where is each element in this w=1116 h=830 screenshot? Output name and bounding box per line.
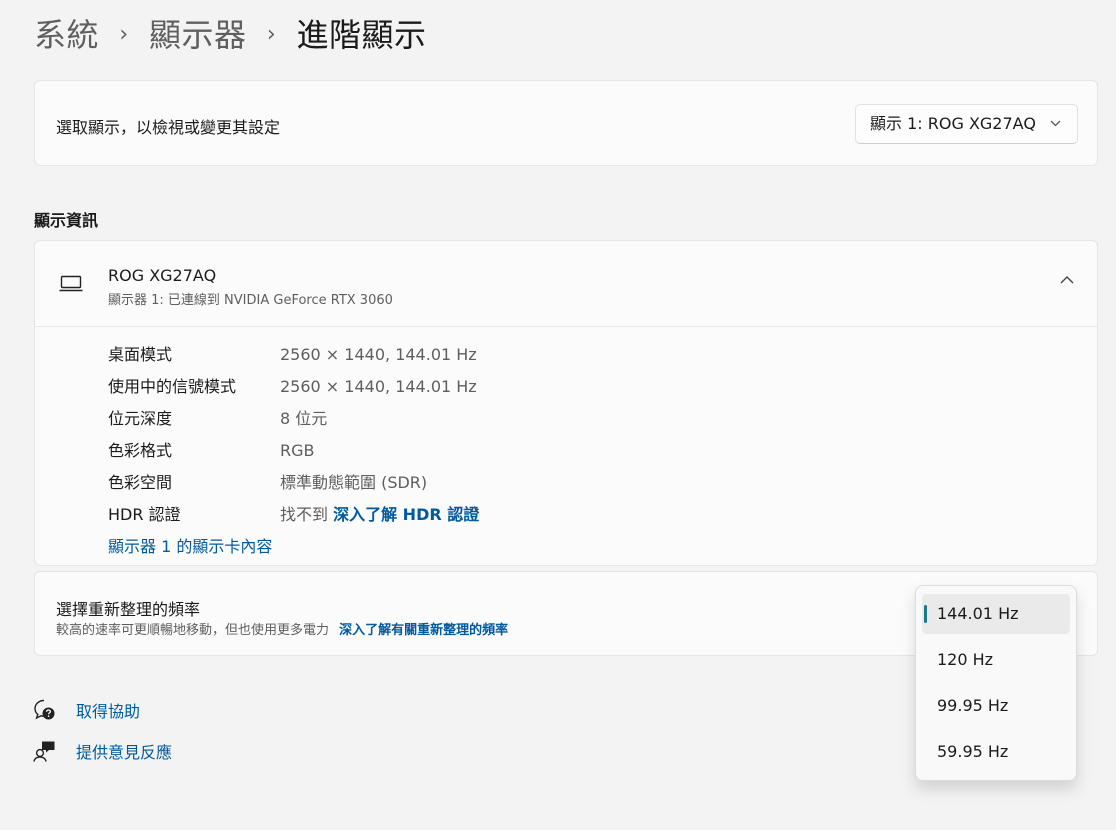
info-row-value: 2560 × 1440, 144.01 Hz [280, 377, 477, 396]
refresh-rate-title: 選擇重新整理的頻率 [56, 600, 201, 619]
display-info-card: ROG XG27AQ 顯示器 1: 已連線到 NVIDIA GeForce RT… [34, 240, 1098, 566]
info-row: 使用中的信號模式 2560 × 1440, 144.01 Hz [108, 373, 477, 397]
info-row: 色彩空間 標準動態範圍 (SDR) [108, 469, 427, 493]
chevron-down-icon [1050, 105, 1061, 158]
info-row-label: 色彩格式 [108, 441, 173, 460]
refresh-rate-subtitle: 較高的速率可更順暢地移動，但也使用更多電力 深入了解有關重新整理的頻率 [56, 619, 508, 638]
display-select-dropdown[interactable]: 顯示 1: ROG XG27AQ [855, 104, 1078, 144]
breadcrumb-item-system[interactable]: 系統 [34, 12, 99, 58]
refresh-rate-option-label: 59.95 Hz [937, 742, 1009, 761]
info-row-value: 標準動態範圍 (SDR) [280, 473, 428, 492]
get-help-label: 取得協助 [76, 702, 141, 721]
refresh-rate-flyout: 144.01 Hz 120 Hz 99.95 Hz 59.95 Hz [915, 585, 1077, 781]
display-info-header[interactable]: ROG XG27AQ 顯示器 1: 已連線到 NVIDIA GeForce RT… [35, 241, 1097, 327]
refresh-rate-option[interactable]: 99.95 Hz [922, 686, 1070, 726]
info-row-value: RGB [280, 441, 315, 460]
page-title: 進階顯示 [296, 16, 427, 54]
adapter-properties-row: 顯示器 1 的顯示卡內容 [108, 533, 272, 557]
refresh-rate-learn-more-link[interactable]: 深入了解有關重新整理的頻率 [339, 623, 508, 638]
refresh-rate-description: 較高的速率可更順暢地移動，但也使用更多電力 [56, 623, 330, 638]
info-row: 桌面模式 2560 × 1440, 144.01 Hz [108, 341, 477, 365]
refresh-rate-option-selected[interactable]: 144.01 Hz [922, 594, 1070, 634]
refresh-rate-option[interactable]: 120 Hz [922, 640, 1070, 680]
hdr-learn-more-link[interactable]: 深入了解 HDR 認證 [333, 505, 479, 524]
breadcrumb-item-display[interactable]: 顯示器 [149, 12, 247, 58]
refresh-rate-option-label: 120 Hz [937, 650, 994, 669]
info-row-hdr: HDR 認證 找不到 深入了解 HDR 認證 [108, 501, 479, 525]
chevron-up-icon[interactable] [1059, 272, 1075, 292]
info-row-label: 色彩空間 [108, 473, 173, 492]
info-row-label: 桌面模式 [108, 345, 173, 364]
refresh-rate-option-label: 144.01 Hz [937, 604, 1019, 623]
info-row-label: 位元深度 [108, 409, 173, 428]
selection-indicator [924, 605, 927, 623]
give-feedback-label: 提供意見反應 [76, 743, 173, 762]
get-help-item[interactable]: 取得協助 [32, 698, 140, 722]
info-row-value: 8 位元 [280, 409, 328, 428]
monitor-name: ROG XG27AQ [108, 266, 217, 285]
monitor-subtitle: 顯示器 1: 已連線到 NVIDIA GeForce RTX 3060 [108, 293, 393, 308]
refresh-rate-option-label: 99.95 Hz [937, 696, 1009, 715]
select-display-card: 選取顯示，以檢視或變更其設定 顯示 1: ROG XG27AQ [34, 80, 1098, 166]
display-select-value: 顯示 1: ROG XG27AQ [870, 114, 1036, 133]
info-row: 色彩格式 RGB [108, 437, 315, 461]
section-title-display-info: 顯示資訊 [34, 211, 99, 230]
breadcrumb-separator: › [266, 22, 277, 47]
breadcrumb-separator: › [119, 22, 129, 47]
select-display-label: 選取顯示，以檢視或變更其設定 [56, 118, 281, 137]
info-row: 位元深度 8 位元 [108, 405, 327, 429]
monitor-icon [59, 275, 83, 293]
breadcrumb: 系統 › 顯示器 › 進階顯示 [34, 12, 427, 58]
info-row-label: HDR 認證 [108, 505, 181, 524]
hdr-value: 找不到 [280, 505, 329, 524]
give-feedback-item[interactable]: 提供意見反應 [32, 739, 172, 763]
info-row-value: 2560 × 1440, 144.01 Hz [280, 345, 477, 364]
refresh-rate-option[interactable]: 59.95 Hz [922, 732, 1070, 772]
feedback-icon [32, 739, 56, 763]
help-icon [32, 698, 56, 722]
info-row-label: 使用中的信號模式 [108, 377, 237, 396]
adapter-properties-link[interactable]: 顯示器 1 的顯示卡內容 [108, 537, 272, 556]
